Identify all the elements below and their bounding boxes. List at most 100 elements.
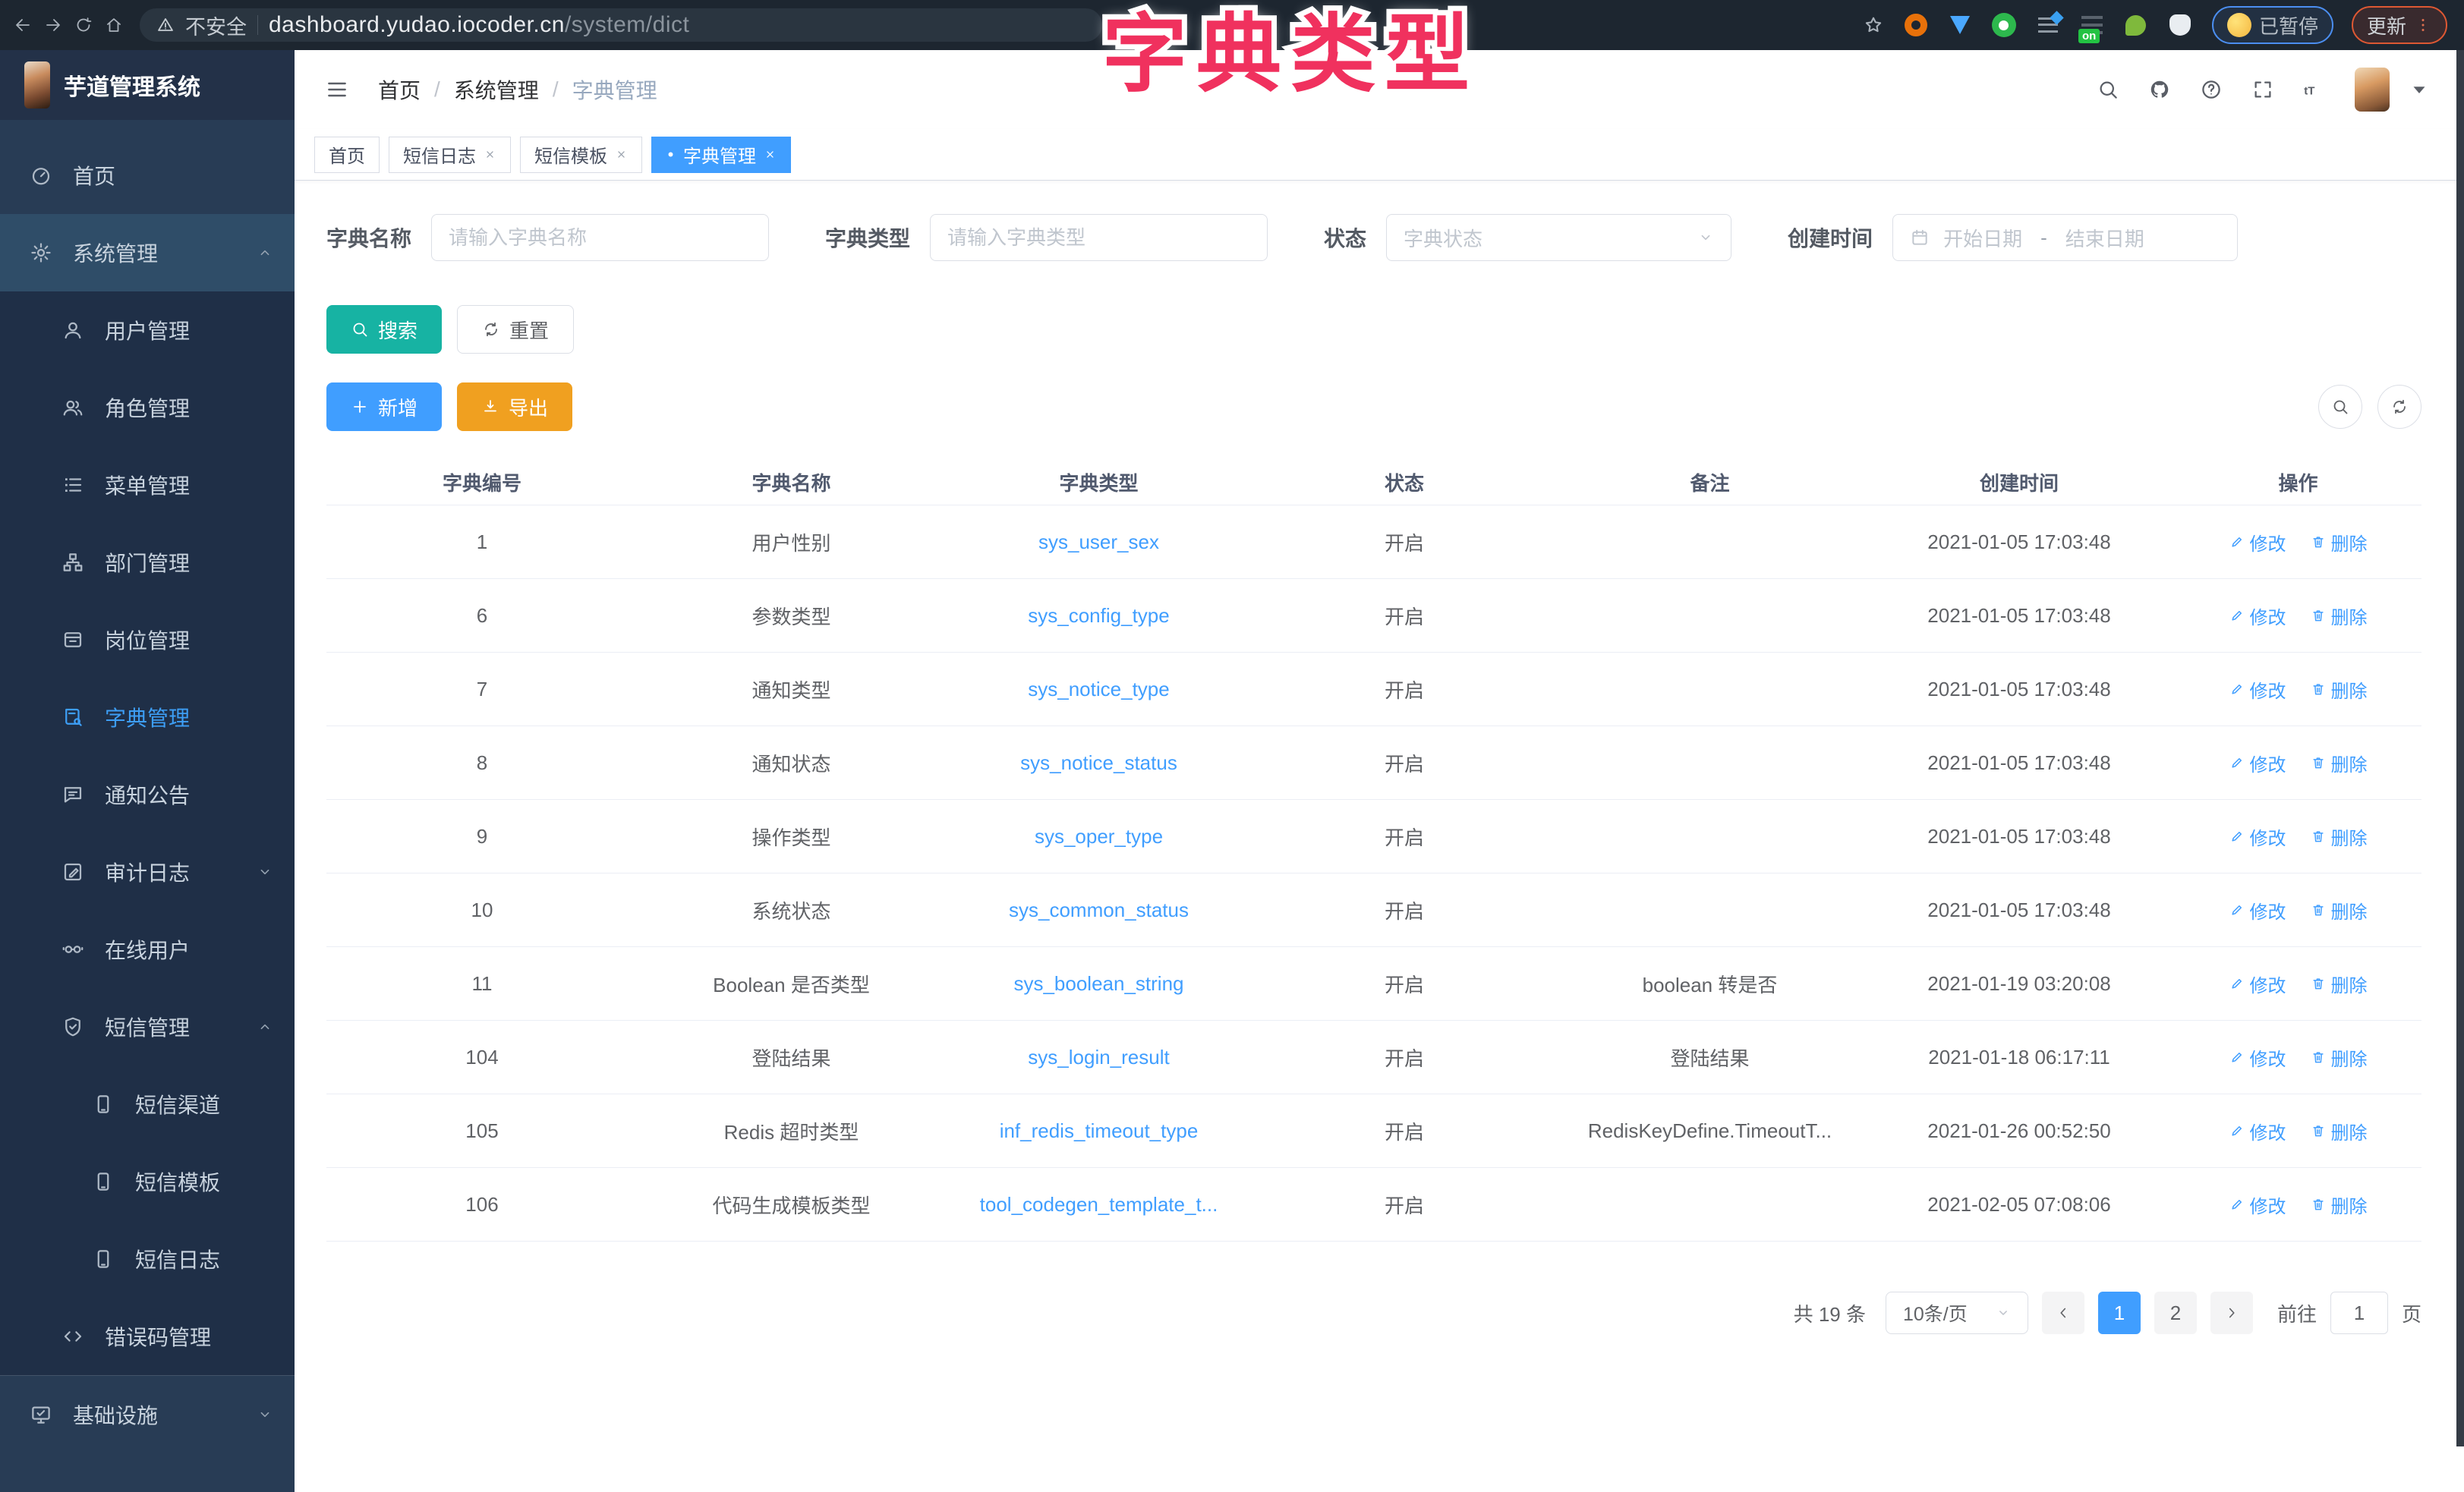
page-scrollbar[interactable] — [2456, 50, 2464, 1446]
page-number-button[interactable]: 1 — [2098, 1292, 2141, 1334]
breadcrumb-item[interactable]: 首页 — [378, 74, 421, 105]
sidebar-item[interactable]: 基础设施 — [0, 1375, 295, 1453]
caret-down-icon[interactable] — [2408, 78, 2431, 101]
reload-icon[interactable] — [71, 16, 96, 34]
reset-button[interactable]: 重置 — [457, 305, 574, 354]
security-label[interactable]: 不安全 — [185, 11, 247, 40]
sidebar-item[interactable]: 审计日志 — [0, 833, 295, 911]
table-row[interactable]: 1 用户性别 sys_user_sex 开启 2021-01-05 17:03:… — [326, 505, 2421, 579]
help-icon[interactable] — [2200, 78, 2223, 101]
delete-link[interactable]: 删除 — [2311, 897, 2368, 924]
delete-link[interactable]: 删除 — [2311, 603, 2368, 629]
table-row[interactable]: 104 登陆结果 sys_login_result 开启 登陆结果 2021-0… — [326, 1021, 2421, 1094]
modify-link[interactable]: 修改 — [2229, 1118, 2286, 1144]
delete-link[interactable]: 删除 — [2311, 1118, 2368, 1144]
bookmark-star-icon[interactable] — [1863, 14, 1884, 36]
dict-type-link[interactable]: tool_codegen_template_t... — [945, 1193, 1252, 1217]
sidebar-item[interactable]: 角色管理 — [0, 369, 295, 446]
sidebar-item[interactable]: 通知公告 — [0, 756, 295, 833]
table-row[interactable]: 9 操作类型 sys_oper_type 开启 2021-01-05 17:03… — [326, 800, 2421, 873]
table-row[interactable]: 8 通知状态 sys_notice_status 开启 2021-01-05 1… — [326, 726, 2421, 800]
close-icon[interactable] — [484, 148, 496, 161]
toggle-search-button[interactable] — [2318, 385, 2362, 429]
extension-icon-green[interactable] — [1990, 11, 2018, 39]
sidebar-item[interactable]: 短信日志 — [0, 1220, 295, 1298]
table-row[interactable]: 10 系统状态 sys_common_status 开启 2021-01-05 … — [326, 873, 2421, 947]
sidebar-item[interactable]: 错误码管理 — [0, 1298, 295, 1375]
profile-paused-badge[interactable]: 已暂停 — [2212, 6, 2333, 44]
sidebar-item[interactable]: 在线用户 — [0, 911, 295, 988]
modify-link[interactable]: 修改 — [2229, 603, 2286, 629]
sidebar-item[interactable]: 菜单管理 — [0, 446, 295, 524]
sidebar-item[interactable]: 字典管理 — [0, 678, 295, 756]
dict-type-link[interactable]: sys_common_status — [945, 899, 1252, 922]
sidebar-item[interactable]: 短信渠道 — [0, 1065, 295, 1143]
delete-link[interactable]: 删除 — [2311, 971, 2368, 997]
dict-type-link[interactable]: sys_oper_type — [945, 825, 1252, 848]
dict-type-input[interactable] — [930, 214, 1268, 261]
table-row[interactable]: 6 参数类型 sys_config_type 开启 2021-01-05 17:… — [326, 579, 2421, 653]
extension-icon-diamond[interactable] — [2034, 11, 2062, 39]
modify-link[interactable]: 修改 — [2229, 823, 2286, 850]
page-number-button[interactable]: 2 — [2154, 1292, 2197, 1334]
kebab-menu-icon[interactable] — [2414, 16, 2432, 34]
goto-page-input[interactable] — [2330, 1292, 2388, 1334]
next-page-button[interactable] — [2210, 1292, 2253, 1334]
modify-link[interactable]: 修改 — [2229, 971, 2286, 997]
search-button[interactable]: 搜索 — [326, 305, 442, 354]
home-icon[interactable] — [101, 16, 127, 34]
extension-icon-gem[interactable] — [1946, 11, 1974, 39]
tab[interactable]: 字典管理 — [651, 137, 791, 173]
sidebar-item[interactable]: 用户管理 — [0, 291, 295, 369]
breadcrumb-item[interactable]: 系统管理 — [454, 74, 539, 105]
prev-page-button[interactable] — [2042, 1292, 2084, 1334]
modify-link[interactable]: 修改 — [2229, 529, 2286, 556]
status-select[interactable]: 字典状态 — [1386, 214, 1731, 261]
github-icon[interactable] — [2148, 78, 2171, 101]
dict-type-link[interactable]: sys_user_sex — [945, 530, 1252, 554]
sidebar-item[interactable]: 短信模板 — [0, 1143, 295, 1220]
delete-link[interactable]: 删除 — [2311, 1191, 2368, 1218]
table-row[interactable]: 11 Boolean 是否类型 sys_boolean_string 开启 bo… — [326, 947, 2421, 1021]
delete-link[interactable]: 删除 — [2311, 529, 2368, 556]
dict-type-link[interactable]: sys_boolean_string — [945, 972, 1252, 996]
tab[interactable]: 短信日志 — [389, 137, 511, 173]
extension-icon-puzzle[interactable] — [2166, 11, 2194, 39]
delete-link[interactable]: 删除 — [2311, 676, 2368, 703]
sidebar-item[interactable]: 部门管理 — [0, 524, 295, 601]
forward-icon[interactable] — [40, 16, 66, 34]
extension-icon-list[interactable]: on — [2078, 11, 2106, 39]
modify-link[interactable]: 修改 — [2229, 897, 2286, 924]
table-row[interactable]: 105 Redis 超时类型 inf_redis_timeout_type 开启… — [326, 1094, 2421, 1168]
sidebar-item[interactable]: 系统管理 — [0, 214, 295, 291]
page-size-select[interactable]: 10条/页 — [1886, 1292, 2028, 1334]
modify-link[interactable]: 修改 — [2229, 1044, 2286, 1071]
export-button[interactable]: 导出 — [457, 382, 572, 431]
extension-icon-orange[interactable] — [1902, 11, 1930, 39]
dict-type-link[interactable]: sys_notice_status — [945, 751, 1252, 775]
refresh-table-button[interactable] — [2377, 385, 2421, 429]
browser-update-badge[interactable]: 更新 — [2352, 6, 2447, 44]
table-row[interactable]: 7 通知类型 sys_notice_type 开启 2021-01-05 17:… — [326, 653, 2421, 726]
extension-icon-plant[interactable] — [2122, 11, 2150, 39]
delete-link[interactable]: 删除 — [2311, 1044, 2368, 1071]
user-avatar[interactable] — [2355, 68, 2390, 112]
sidebar-item[interactable]: 岗位管理 — [0, 601, 295, 678]
modify-link[interactable]: 修改 — [2229, 750, 2286, 776]
tab[interactable]: 首页 — [314, 137, 380, 173]
close-icon[interactable] — [615, 148, 628, 161]
modify-link[interactable]: 修改 — [2229, 1191, 2286, 1218]
breadcrumb-item[interactable]: 字典管理 — [572, 74, 657, 105]
back-icon[interactable] — [10, 16, 36, 34]
dict-type-link[interactable]: inf_redis_timeout_type — [945, 1119, 1252, 1143]
dict-type-link[interactable]: sys_notice_type — [945, 678, 1252, 701]
delete-link[interactable]: 删除 — [2311, 823, 2368, 850]
tab[interactable]: 短信模板 — [520, 137, 642, 173]
sidebar-item[interactable]: 首页 — [0, 137, 295, 214]
address-bar[interactable]: 不安全 dashboard.yudao.iocoder.cn/system/di… — [140, 8, 1102, 42]
logo[interactable]: 芋道管理系统 — [0, 50, 295, 120]
close-icon[interactable] — [764, 148, 777, 161]
dict-name-input[interactable] — [431, 214, 769, 261]
table-row[interactable]: 106 代码生成模板类型 tool_codegen_template_t... … — [326, 1168, 2421, 1242]
hamburger-icon[interactable] — [325, 77, 349, 102]
